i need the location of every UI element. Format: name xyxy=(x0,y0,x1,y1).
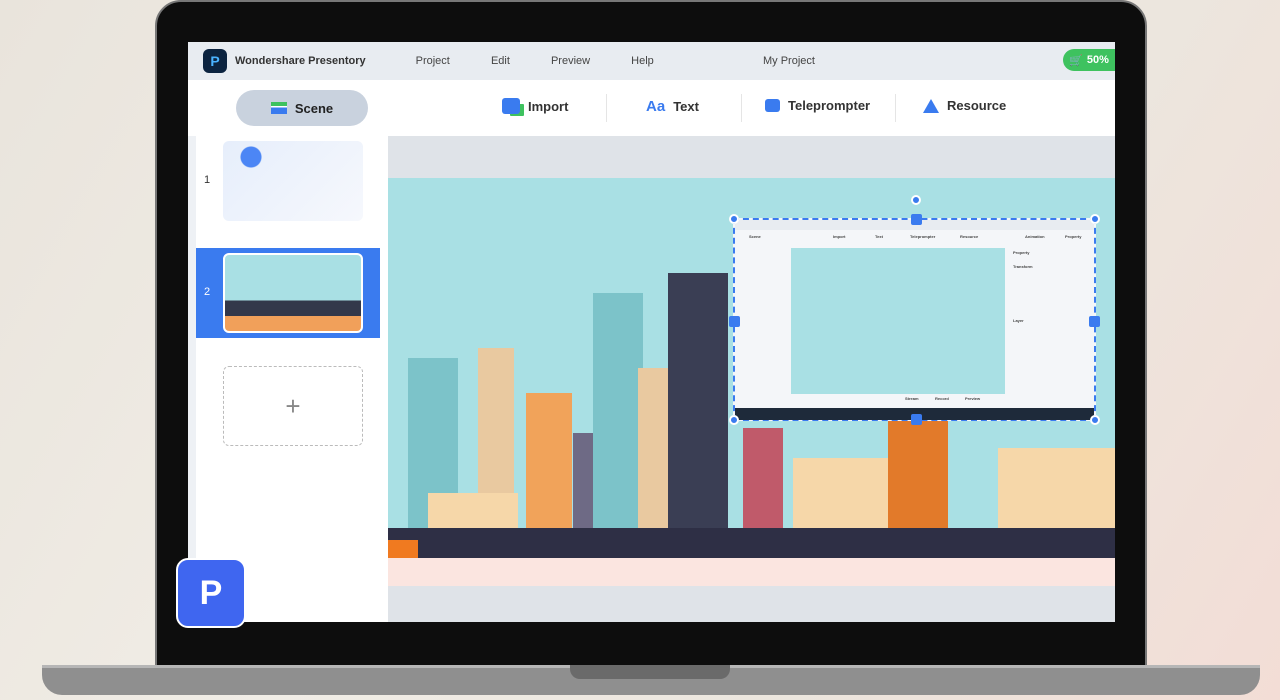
resize-handle[interactable] xyxy=(1089,316,1100,327)
scene-button[interactable]: Scene xyxy=(236,90,368,126)
slide-number: 2 xyxy=(204,286,211,298)
menu-help[interactable]: Help xyxy=(631,55,654,67)
sidebar-edge xyxy=(188,136,196,622)
resource-button[interactable]: Resource xyxy=(923,98,1006,113)
resource-label: Resource xyxy=(947,98,1007,113)
import-icon xyxy=(502,98,520,114)
nested-label: Text xyxy=(875,234,883,239)
nested-label: Teleprompter xyxy=(910,234,936,239)
teleprompter-icon xyxy=(765,99,780,112)
menu-preview[interactable]: Preview xyxy=(551,55,590,67)
resize-handle[interactable] xyxy=(911,214,922,225)
canvas-area: Scene Import Text Teleprompter Resource … xyxy=(388,136,1115,622)
import-button[interactable]: Import xyxy=(502,98,568,114)
resize-handle[interactable] xyxy=(1090,214,1100,224)
nested-label: Transform xyxy=(1013,264,1033,269)
menu-bar: Project Edit Preview Help xyxy=(416,55,692,67)
app-name: Wondershare Presentory xyxy=(235,55,366,67)
nested-label: Preview xyxy=(965,396,981,401)
laptop-notch xyxy=(570,665,730,679)
menu-project[interactable]: Project xyxy=(416,55,450,67)
teleprompter-label: Teleprompter xyxy=(788,98,871,113)
nested-label: Property xyxy=(1013,250,1030,255)
divider xyxy=(741,94,742,122)
title-bar: P Wondershare Presentory Project Edit Pr… xyxy=(188,42,1115,80)
text-button[interactable]: Aa Text xyxy=(646,98,699,115)
teleprompter-button[interactable]: Teleprompter xyxy=(765,98,870,113)
slide-number: 1 xyxy=(204,174,211,186)
import-label: Import xyxy=(528,98,569,114)
nested-label: Record xyxy=(935,396,949,401)
add-slide-button[interactable]: + xyxy=(223,366,363,446)
menu-edit[interactable]: Edit xyxy=(491,55,510,67)
cart-button[interactable]: 🛒 50% xyxy=(1063,49,1115,71)
slide-thumbnail xyxy=(223,253,363,333)
nested-label: Resource xyxy=(960,234,979,239)
nested-label: Layer xyxy=(1013,318,1024,323)
app-logo-icon: P xyxy=(203,49,227,73)
resize-handle[interactable] xyxy=(729,214,739,224)
nested-label: Scene xyxy=(749,234,761,239)
scene-sidebar: 1 2 + xyxy=(196,136,388,622)
resize-handle[interactable] xyxy=(911,414,922,425)
selected-screenshot-element[interactable]: Scene Import Text Teleprompter Resource … xyxy=(729,195,1100,425)
resource-icon xyxy=(923,98,939,113)
rotate-handle[interactable] xyxy=(911,195,921,205)
cart-icon: 🛒 xyxy=(1069,54,1083,67)
presentory-logo-icon: P xyxy=(176,558,246,628)
text-icon: Aa xyxy=(646,98,666,115)
scene-floor xyxy=(388,558,1115,586)
slide-thumbnail xyxy=(223,141,363,221)
scene-icon xyxy=(270,102,287,114)
divider xyxy=(606,94,607,122)
nested-label: Property xyxy=(1065,234,1082,239)
resize-handle[interactable] xyxy=(1090,415,1100,425)
nested-label: Stream xyxy=(905,396,919,401)
scene-label: Scene xyxy=(294,100,334,116)
project-title: My Project xyxy=(763,55,815,67)
resize-handle[interactable] xyxy=(729,316,740,327)
toolbar: Scene Import Aa Text Teleprompter Resourc… xyxy=(188,80,1115,136)
resize-handle[interactable] xyxy=(729,415,739,425)
cart-label: 50% xyxy=(1086,54,1109,66)
slide-2[interactable]: 2 xyxy=(196,248,380,338)
nested-label: Import xyxy=(833,234,846,239)
nested-label: Animation xyxy=(1025,234,1045,239)
slide-1[interactable]: 1 xyxy=(196,136,380,226)
app-window: P Wondershare Presentory Project Edit Pr… xyxy=(188,42,1115,622)
divider xyxy=(895,94,896,122)
text-label: Text xyxy=(673,99,699,114)
